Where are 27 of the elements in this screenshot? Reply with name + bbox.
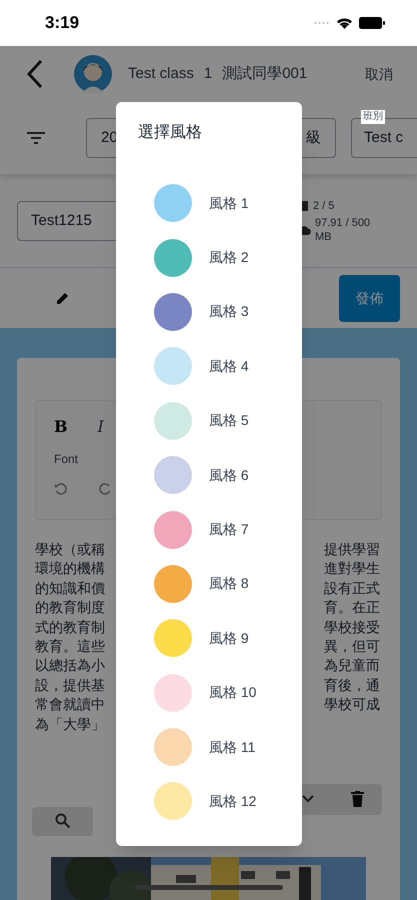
status-time: 3:19 [45,12,80,34]
paragraph-text: 式的教育制 [35,618,106,637]
paragraph-text: 教育。這些 [35,636,106,656]
paragraph-text: 育後，通 [324,676,380,695]
paragraph-text: 以總括為小 [35,656,106,676]
class-name: Test class [128,64,194,84]
image-count: 2 / 5 [313,198,334,214]
paragraph-text: 育。在正 [324,598,380,618]
paragraph-text: 學校可成 [324,695,380,714]
paragraph-text: 學校（或稱 [35,540,106,559]
student-name: 測試同學001 [222,64,308,84]
field-label: 班別 [361,110,385,124]
storage-usage: 97.91 / 500 MB [315,216,372,244]
paragraph-text: 的知識和價 [35,578,106,598]
paragraph-text: 異，但可 [324,636,380,656]
paragraph-text: 設，提供基 [35,676,106,695]
paragraph-text: 進對學生 [324,559,380,578]
paragraph-text: 的教育制度 [35,598,106,618]
paragraph-text: 為「大學」 [35,714,106,734]
dialog-title: 選擇風格 [138,124,202,141]
paragraph-text: 設有正式 [324,578,380,598]
paragraph-text: 為兒童而 [324,656,380,676]
paragraph-text: 環境的機構 [35,559,106,578]
paragraph-text: 提供學習 [324,540,380,559]
seat-number: 1 [204,64,212,84]
paragraph-text: 學校接受 [324,618,380,637]
paragraph-text: 常會就讀中 [35,695,106,714]
